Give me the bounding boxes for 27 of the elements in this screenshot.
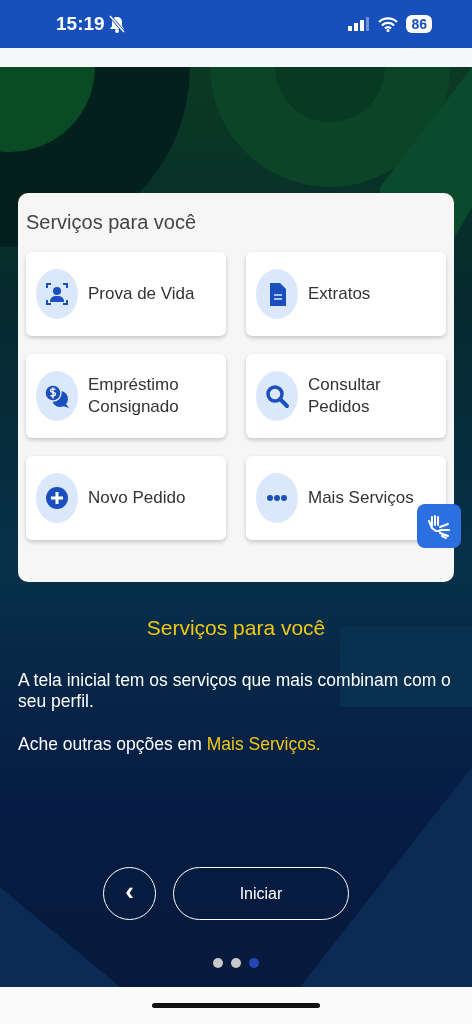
plus-icon (36, 473, 78, 523)
pager-dot[interactable] (213, 958, 223, 968)
service-tile[interactable]: Mais Serviços (246, 456, 446, 540)
status-time: 15:19 (56, 13, 105, 35)
pager-dot[interactable] (249, 958, 259, 968)
search-icon (256, 371, 298, 421)
service-tile[interactable]: Empréstimo Consignado (26, 354, 226, 438)
document-icon (256, 269, 298, 319)
money-chat-icon (36, 371, 78, 421)
bell-off-icon (108, 15, 125, 33)
signal-icon (348, 17, 371, 31)
sign-language-button[interactable] (417, 504, 461, 548)
face-scan-icon (36, 269, 78, 319)
service-tile[interactable]: Extratos (246, 252, 446, 336)
pager-dot[interactable] (231, 958, 241, 968)
description-text: A tela inicial tem os serviços que mais combinam com o seu perfil. (18, 670, 452, 712)
slide-heading: Serviços para você (146, 616, 326, 640)
hint-text: Ache outras opções em Mais Serviços. (18, 734, 322, 755)
battery-level: 86 (406, 15, 432, 33)
sign-language-icon (426, 513, 452, 539)
wifi-icon (378, 16, 399, 32)
more-services-link[interactable]: Mais Serviços. (206, 734, 321, 754)
service-tile[interactable]: Consultar Pedidos (246, 354, 446, 438)
service-tile[interactable]: Prova de Vida (26, 252, 226, 336)
card-title: Serviços para você (26, 211, 198, 234)
more-icon (256, 473, 298, 523)
service-tile[interactable]: Novo Pedido (26, 456, 226, 540)
